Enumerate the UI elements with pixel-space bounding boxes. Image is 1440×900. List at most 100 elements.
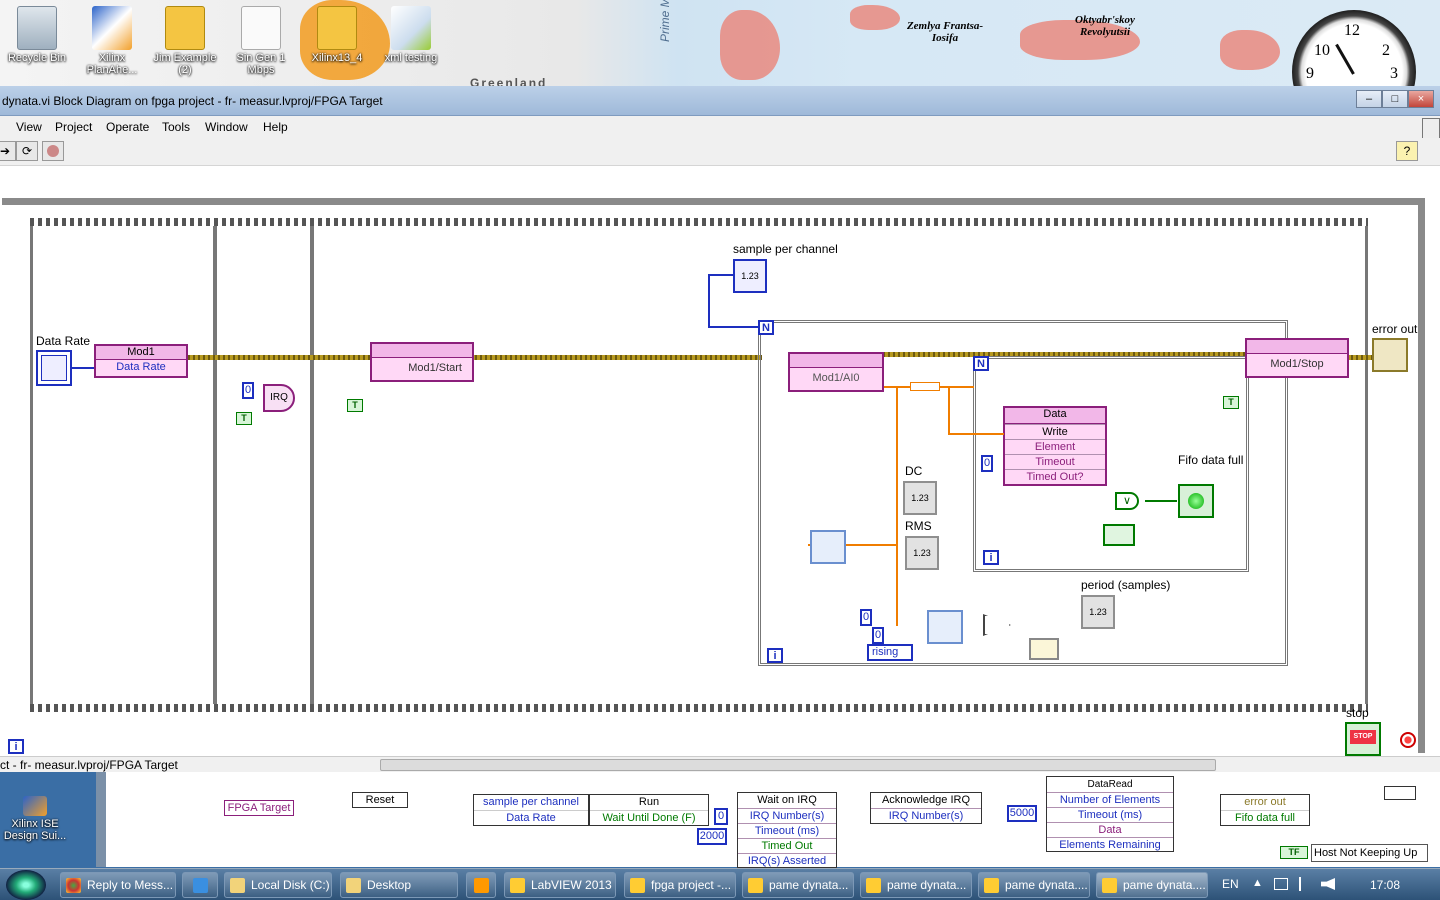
abort-icon[interactable] [42,141,64,161]
shift-register-icon[interactable] [1029,638,1059,660]
menu-bar: View Project Operate Tools Window Help [0,116,1440,152]
block-diagram-canvas[interactable]: Data Rate Mod1 Data Rate 0 IRQ T Mod1/St… [0,166,1440,756]
stop-node-label: Mod1/Stop [1270,358,1324,370]
boolean-true-constant[interactable]: T [1223,396,1239,409]
sample-per-channel-control[interactable]: 1.23 [733,259,767,293]
run-continuously-icon[interactable]: ⟳ [16,141,38,161]
language-indicator[interactable]: EN [1222,877,1239,891]
shift-register-icon[interactable] [1103,524,1135,546]
numeric-label: 1.23 [911,493,929,503]
error-out-indicator [1372,338,1408,372]
xilinx-icon [92,6,132,50]
desktop-icon-xml-testing[interactable]: xml testing [378,2,444,64]
taskbar-desktop[interactable]: Desktop [340,872,458,898]
wire [708,326,760,328]
fifo-element-terminal[interactable]: Element [1005,439,1105,454]
desktop-icon-label: Recycle Bin [7,52,67,64]
fifo-timeout-terminal[interactable]: Timeout [1005,454,1105,469]
wait-on-irq-node[interactable]: Wait on IRQ IRQ Number(s) Timeout (ms) T… [737,792,837,868]
loop-condition-stop-icon[interactable] [1400,732,1416,748]
mod1-label: Mod1 [127,346,155,358]
taskbar-pame-dynata-3[interactable]: pame dynata.... [978,872,1090,898]
irq-node[interactable]: IRQ [263,384,295,412]
zero-constant[interactable]: 0 [860,609,872,626]
data-rate-property: Data Rate [116,361,166,373]
desktop-icon-xilinx-planahead[interactable]: Xilinx PlanAhe... [79,2,145,76]
taskbar-ie[interactable] [182,872,218,898]
run-method-node[interactable]: Run Wait Until Done (F) [589,794,709,826]
boolean-true-constant[interactable]: T [236,412,252,425]
host-read-property-node[interactable]: error out Fifo data full [1220,794,1310,826]
maximize-button[interactable]: □ [1382,90,1408,108]
fifo-name: Data [1043,408,1067,420]
acknowledge-irq-node[interactable]: Acknowledge IRQ IRQ Number(s) [870,792,982,824]
stop-button-control[interactable]: STOP [1345,722,1381,756]
project-path: ct - fr- measur.lvproj/FPGA Target [0,758,178,772]
boolean-indicator-icon: TF [1280,846,1308,859]
network-icon[interactable] [1274,878,1288,890]
dc-rms-express-vi[interactable] [810,530,846,564]
chrome-icon [66,878,81,893]
taskbar-pame-dynata-1[interactable]: pame dynata... [742,872,854,898]
boolean-true-constant[interactable]: T [347,399,363,412]
taskbar-media[interactable] [466,872,496,898]
desktop-icon-xilinx-ise[interactable]: Xilinx ISE Design Sui... [2,792,68,842]
volume-icon[interactable] [1321,878,1335,890]
zero-constant[interactable]: 0 [872,627,884,644]
tray-arrow-icon[interactable]: ▲ [1252,877,1263,889]
desktop-icon-xilinx13[interactable]: Xilinx13_4 [304,2,370,64]
reset-method[interactable]: Reset [352,792,408,808]
wire [72,367,96,369]
host-vi-diagram[interactable]: Xilinx ISE Design Sui... FPGA Target Res… [0,772,1440,868]
desktop-icon-recycle-bin[interactable]: Recycle Bin [4,2,70,64]
taskbar-pame-dynata-2[interactable]: pame dynata... [860,872,972,898]
fifo-write-node[interactable]: Data Write Element Timeout Timed Out? [1003,406,1107,486]
run-arrow-icon[interactable]: ➔ [0,141,16,161]
numeric-label: 1.23 [741,271,759,281]
labview-vi-icon [748,878,763,893]
edge-detection-vi[interactable] [927,610,963,644]
window-title: dynata.vi Block Diagram on fpga project … [2,94,383,108]
action-center-flag-icon[interactable] [1299,877,1309,891]
mod1-stop-node[interactable]: Mod1/Stop [1245,338,1349,378]
menu-window[interactable]: Window [205,120,248,134]
desktop-icon-sin-gen[interactable]: Sin Gen 1 Mbps [228,2,294,76]
close-button[interactable]: × [1408,90,1434,108]
clock-time[interactable]: 17:08 [1370,878,1400,892]
or-function-icon[interactable]: ∨ [1115,492,1139,510]
timeout-constant[interactable]: 0 [981,455,993,472]
horizontal-scrollbar-thumb[interactable] [380,759,1216,771]
edge-select-ring[interactable]: rising [867,644,913,661]
host-property-node[interactable]: sample per channel Data Rate [473,794,589,826]
desktop-icon-jim-example[interactable]: Jim Example (2) [152,2,218,76]
taskbar-pame-dynata-4[interactable]: pame dynata.... [1096,872,1208,898]
taskbar-label: LabVIEW 2013 [531,878,612,892]
menu-tools[interactable]: Tools [162,120,190,134]
mod1-ai0-node[interactable]: Mod1/AI0 [788,352,884,392]
menu-view[interactable]: View [16,120,42,134]
data-rate-control[interactable] [36,350,72,386]
dc-label: DC [905,464,923,478]
xilinx-icon [23,796,47,816]
irq-number-constant[interactable]: 0 [242,382,254,399]
host-not-keeping-up-indicator: Host Not Keeping Up [1311,844,1428,862]
menu-project[interactable]: Project [55,120,92,134]
number-of-elements-constant[interactable]: 5000 [1007,805,1037,822]
menu-help[interactable]: Help [263,120,288,134]
zero-constant[interactable]: 0 [714,808,728,825]
timeout-constant[interactable]: 2000 [697,828,727,845]
help-icon[interactable]: ? [1396,141,1418,161]
taskbar-labview[interactable]: LabVIEW 2013 [504,872,616,898]
fifo-timed-out-terminal[interactable]: Timed Out? [1005,469,1105,484]
fpga-target-reference[interactable]: FPGA Target [224,800,294,816]
taskbar-chrome[interactable]: Reply to Mess... [60,872,176,898]
mod1-property-node[interactable]: Mod1 Data Rate [94,344,188,378]
start-button-icon[interactable] [6,870,46,900]
dataread-label: DataRead [1087,779,1133,790]
dataread-fifo-node[interactable]: DataRead Number of Elements Timeout (ms)… [1046,776,1174,852]
taskbar-fpga-project[interactable]: fpga project -... [624,872,736,898]
mod1-start-node[interactable]: Mod1/Start [370,342,474,382]
taskbar-local-disk[interactable]: Local Disk (C:) [224,872,332,898]
menu-operate[interactable]: Operate [106,120,149,134]
minimize-button[interactable]: – [1356,90,1382,108]
